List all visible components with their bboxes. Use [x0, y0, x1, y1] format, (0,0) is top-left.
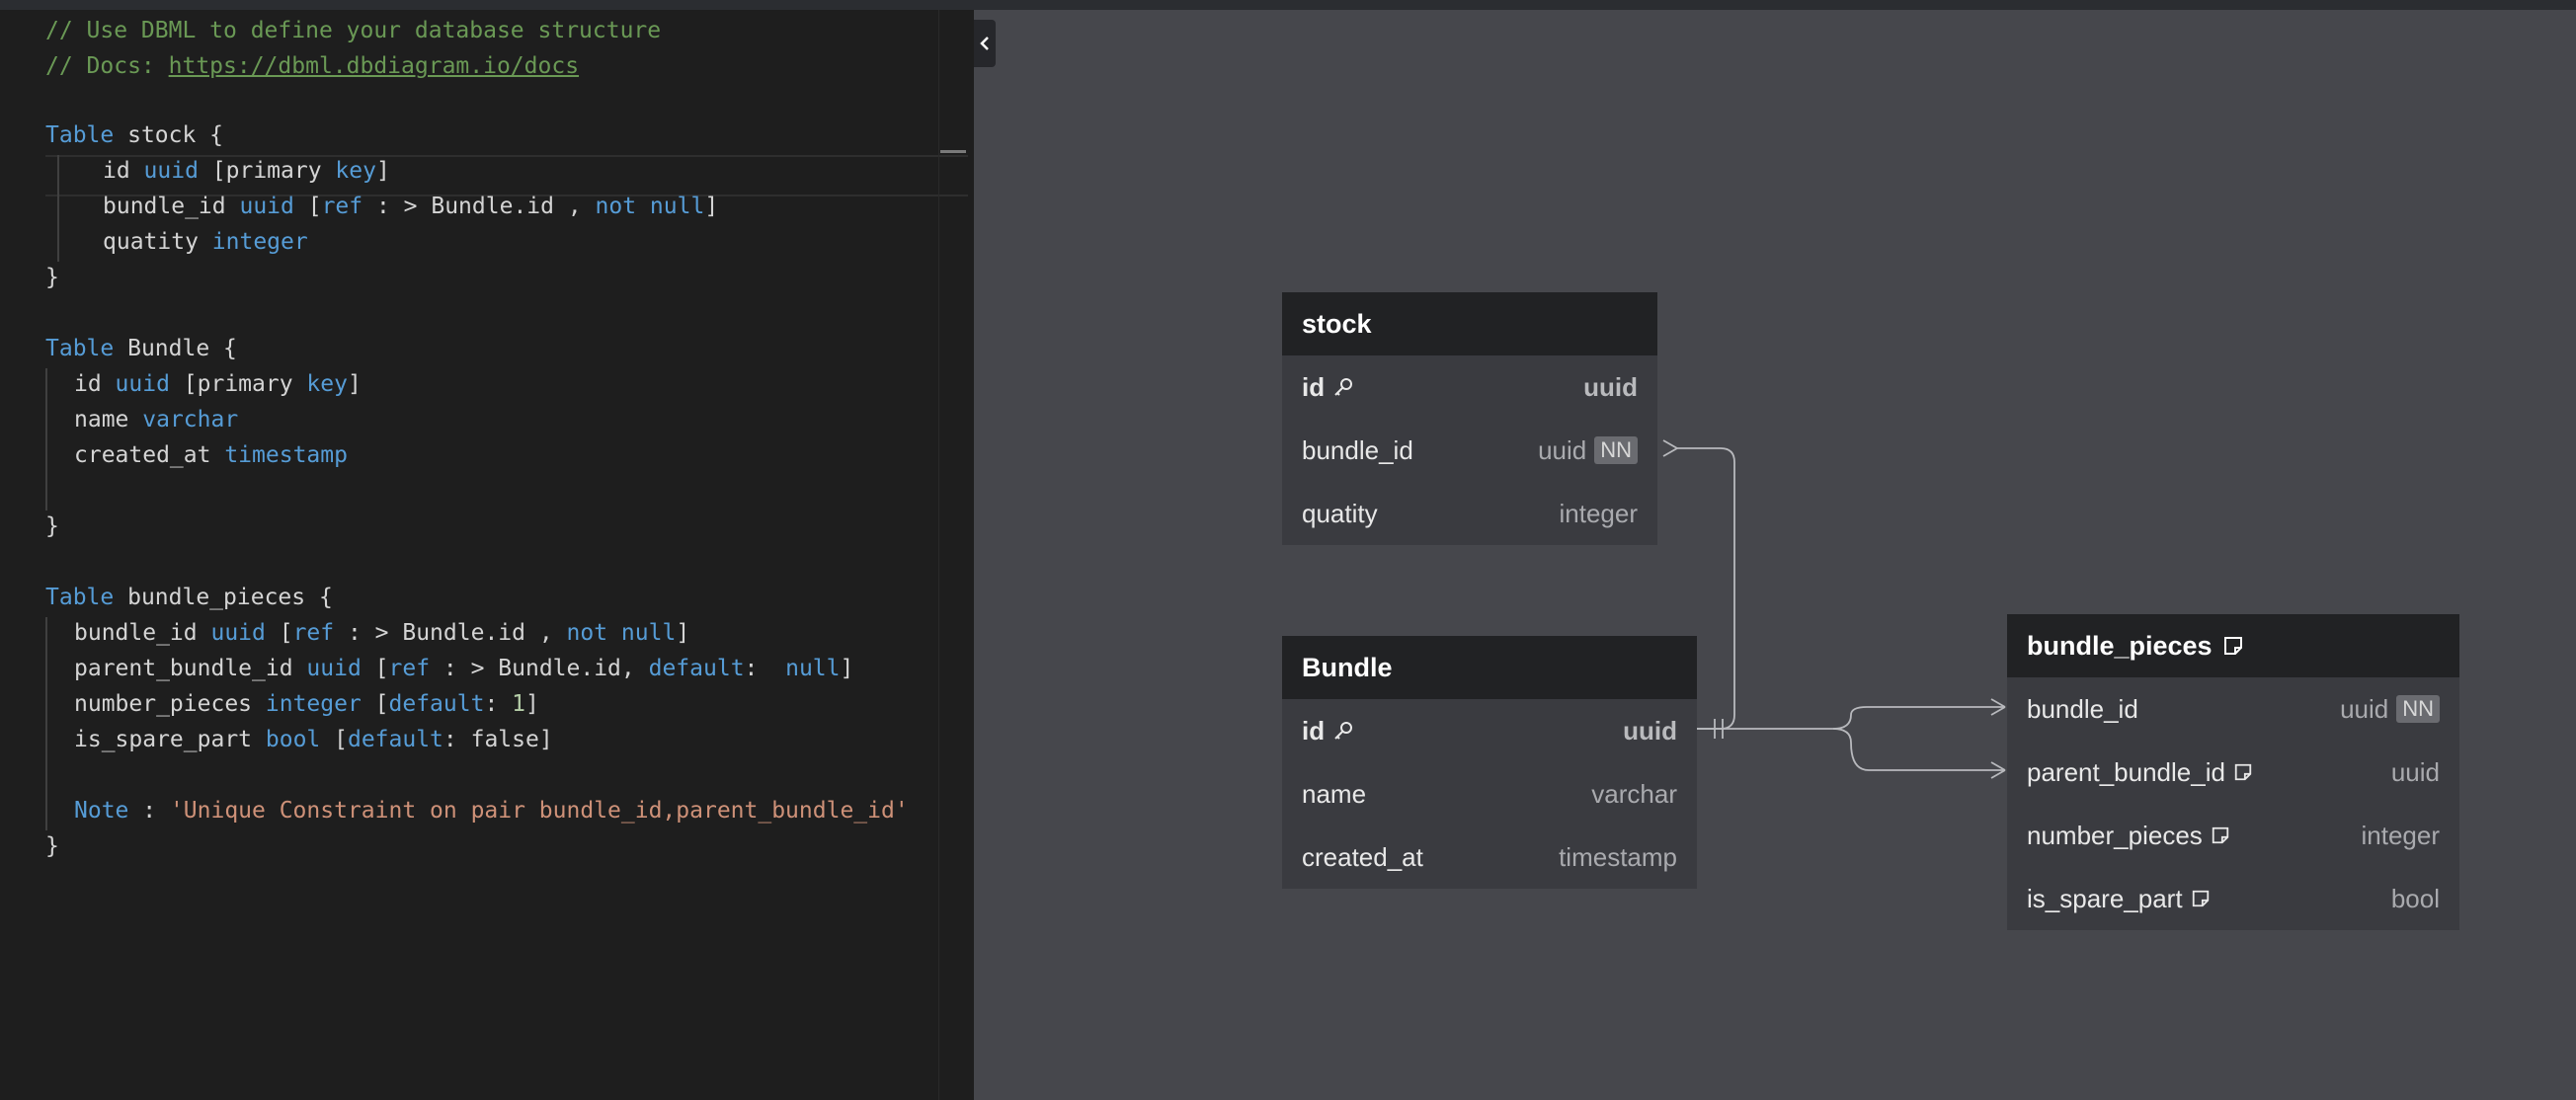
field-type: uuid [2340, 693, 2389, 724]
field-type: varchar [1591, 778, 1677, 809]
field-type: uuid [2390, 756, 2440, 787]
field-type: timestamp [1559, 841, 1677, 872]
relation-bundle-pieces-bundle[interactable] [1697, 706, 2005, 730]
key-icon [1334, 722, 1353, 740]
field-name: name [1302, 778, 1367, 809]
field-name: is_spare_part [2027, 883, 2183, 913]
field-type: integer [1559, 498, 1639, 528]
field-type: uuid [1538, 434, 1587, 465]
field-name: bundle_id [1302, 434, 1413, 465]
field-row[interactable]: is_spare_part bool [2007, 867, 2459, 930]
table-bundle-pieces[interactable]: bundle_pieces bundle_id uuid NN parent_b… [2007, 614, 2459, 930]
not-null-badge: NN [1594, 436, 1638, 464]
field-row[interactable]: id uuid [1282, 355, 1657, 419]
field-row[interactable]: name varchar [1282, 762, 1697, 825]
field-name: created_at [1302, 841, 1423, 872]
table-header[interactable]: Bundle [1282, 636, 1697, 699]
field-row[interactable]: parent_bundle_id uuid [2007, 741, 2459, 804]
field-type: uuid [1583, 371, 1638, 402]
table-stock[interactable]: stock id uuid bundle_id uuid NN quatity … [1282, 292, 1657, 545]
table-title: bundle_pieces [2027, 630, 2213, 661]
table-title: Bundle [1302, 652, 1393, 682]
key-icon [1334, 378, 1353, 396]
note-icon[interactable] [2191, 889, 2211, 908]
note-icon[interactable] [2211, 825, 2230, 845]
field-name: id [1302, 371, 1326, 402]
field-type: integer [2361, 820, 2441, 850]
relation-bundle-pieces-parent[interactable] [1832, 728, 2005, 771]
field-type: bool [2390, 883, 2440, 913]
field-name: parent_bundle_id [2027, 756, 2225, 787]
note-icon[interactable] [2233, 762, 2253, 782]
field-row[interactable]: number_pieces integer [2007, 804, 2459, 867]
field-row[interactable]: bundle_id uuid NN [2007, 677, 2459, 741]
field-row[interactable]: bundle_id uuid NN [1282, 419, 1657, 482]
table-header[interactable]: stock [1282, 292, 1657, 355]
field-type: uuid [1623, 715, 1677, 746]
not-null-badge: NN [2396, 695, 2440, 723]
field-row[interactable]: quatity integer [1282, 482, 1657, 545]
table-title: stock [1302, 308, 1372, 339]
relationship-lines [1662, 439, 2006, 779]
field-name: bundle_id [2027, 693, 2138, 724]
field-row[interactable]: created_at timestamp [1282, 825, 1697, 889]
field-name: id [1302, 715, 1326, 746]
field-name: quatity [1302, 498, 1378, 528]
field-name: number_pieces [2027, 820, 2203, 850]
field-row[interactable]: id uuid [1282, 699, 1697, 762]
crow-foot-icon [1662, 439, 1678, 457]
table-bundle[interactable]: Bundle id uuid name varchar created_at t… [1282, 636, 1697, 889]
table-header[interactable]: bundle_pieces [2007, 614, 2459, 677]
note-icon[interactable] [2222, 635, 2244, 657]
